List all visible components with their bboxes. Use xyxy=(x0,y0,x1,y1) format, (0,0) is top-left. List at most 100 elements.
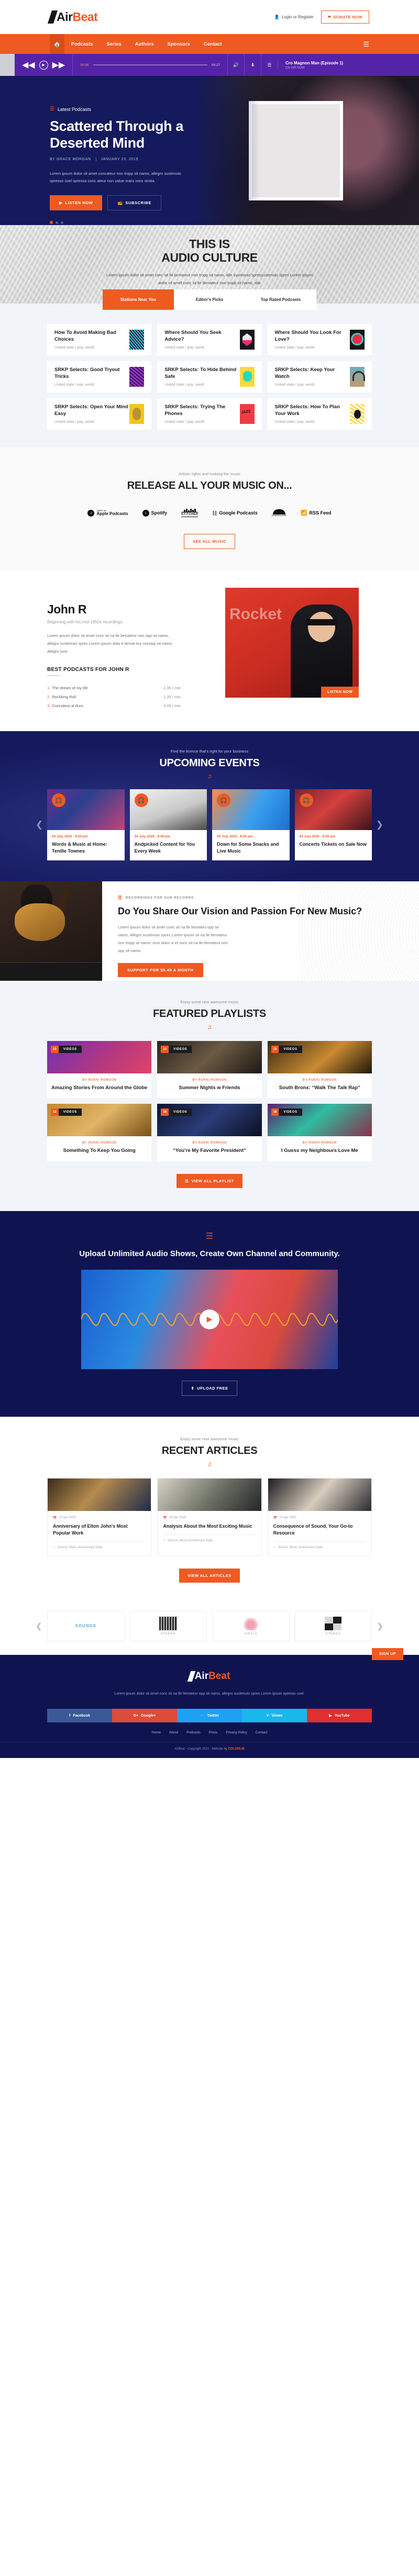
playlist-card[interactable]: 18 VIDEOS BY ROKKI ROMSON Something To Keep… xyxy=(47,1104,152,1161)
listen-now-button[interactable]: ▶ LISTEN NOW xyxy=(50,195,103,211)
station-card[interactable]: How To Avoid Making Bad Choices United st… xyxy=(47,324,152,355)
track-row[interactable]: 1. The dream of my life - 2,35 / min xyxy=(47,684,181,692)
playlist-card[interactable]: 18 VIDEOS BY ROKKI ROMSON I Guess my Neighb… xyxy=(267,1104,372,1161)
play-icon[interactable]: ▶ xyxy=(39,60,48,70)
play-icon[interactable]: ▶ xyxy=(200,1309,219,1329)
social-facebook[interactable]: f Facebook xyxy=(47,1709,112,1723)
event-card[interactable]: 🎧 04 July 2020 - 8:00 pm Concerts Tickets… xyxy=(294,789,372,861)
chevron-right-icon[interactable]: ❯ xyxy=(377,1621,383,1631)
footer-link-privacy[interactable]: Privacy Policy xyxy=(226,1731,247,1734)
platform-google-podcasts[interactable]: ∥∥ Google Podcasts xyxy=(212,510,258,516)
track-row[interactable]: 2. Rockking Roll - 1,35 / min xyxy=(47,692,181,701)
station-card[interactable]: SRKP Selects: Keep Your Watch United stat… xyxy=(267,361,372,393)
nav-item-contact[interactable]: Contact xyxy=(197,41,229,47)
playlist-card[interactable]: 18 VIDEOS BY ROKKI ROMSON “You’re My Favori… xyxy=(157,1104,262,1161)
footer-link-podcasts[interactable]: Podcasts xyxy=(186,1731,201,1734)
brand-card[interactable]: SOUNDS xyxy=(47,1610,125,1641)
footer-link-about[interactable]: About xyxy=(169,1731,178,1734)
playlist-card[interactable]: 18 VIDEOS BY ROKKI ROMSON Amazing Stories F… xyxy=(47,1041,152,1099)
platform-rss-feed[interactable]: 📶 RSS Feed xyxy=(301,510,331,516)
station-card[interactable]: SRKP Selects: Open Your Mind Easy United … xyxy=(47,398,152,430)
skip-back-icon[interactable]: ◀◀ xyxy=(22,60,35,70)
carousel-dot-2[interactable] xyxy=(56,221,58,224)
download-icon[interactable]: ⬇ xyxy=(244,54,261,76)
nav-item-podcasts[interactable]: Podcasts xyxy=(64,41,100,47)
site-logo[interactable]: Air Beat xyxy=(47,10,98,24)
station-title: Where Should You Seek Advice? xyxy=(164,329,222,342)
brand-card[interactable]: STEREO xyxy=(129,1610,207,1641)
audio-culture-title-line1: THIS IS xyxy=(189,237,230,251)
brand-card[interactable]: VINYLS xyxy=(212,1610,290,1641)
platform-apple-podcasts[interactable]: ♫ Listen on Apple Podcasts xyxy=(87,509,128,517)
login-register-link[interactable]: 👤 Login or Register xyxy=(274,15,314,19)
playlist-icon[interactable]: ☰ xyxy=(261,54,278,76)
artist-listen-now-button[interactable]: LISTEN NOW xyxy=(321,687,359,698)
nav-item-series[interactable]: Series xyxy=(100,41,128,47)
upload-free-button[interactable]: ⬆ UPLOAD FREE xyxy=(182,1380,237,1396)
social-label: Vimeo xyxy=(271,1713,283,1718)
station-card[interactable]: SRKP Selects: To Hide Behind Safe United … xyxy=(157,361,262,393)
donate-now-button[interactable]: ❤ DONATE NOW xyxy=(321,10,369,24)
rss-icon: 📶 xyxy=(301,510,307,516)
hamburger-icon[interactable]: ☰ xyxy=(363,41,369,48)
sign-up-button[interactable]: SIGN UP xyxy=(371,1648,403,1660)
station-card[interactable]: SRKP Selects: Good Tryout Tricks United s… xyxy=(47,361,152,393)
footer-link-home[interactable]: Home xyxy=(152,1731,161,1734)
artist-section: John R Beginning with his mid-1950s reco… xyxy=(0,570,419,731)
event-card[interactable]: 🎧 04 July 2020 - 8:00 pm Words & Music at… xyxy=(47,789,125,861)
player-progress[interactable]: 00:00 04:27 xyxy=(73,63,227,67)
platform-stitcher[interactable]: STITCHER xyxy=(181,509,199,517)
carousel-dot-3[interactable] xyxy=(61,221,63,224)
track-row[interactable]: 3. Concateur al duro - 3,05 / min xyxy=(47,701,181,710)
vision-eyebrow: ☰ RECORDINGS FOR SUN RECORDS xyxy=(118,895,419,901)
station-card[interactable]: SRKP Selects: Trying The Phones United st… xyxy=(157,398,262,430)
chevron-left-icon[interactable]: ❮ xyxy=(36,820,43,830)
nav-home-button[interactable]: 🏠 xyxy=(50,34,64,54)
tab-top-rated-podcasts[interactable]: Top Rated Podcasts xyxy=(245,289,316,310)
event-card[interactable]: 🎧 04 July 2020 - 8:00 pm Andpicked Conten… xyxy=(129,789,207,861)
station-card[interactable]: SRKP Selects: How To Plan Your Work Unite… xyxy=(267,398,372,430)
artist-info: John R Beginning with his mid-1950s reco… xyxy=(47,588,225,710)
article-card[interactable]: 📅 23 Apr 2020 Anniversary of Elton John's … xyxy=(47,1477,152,1556)
view-all-articles-button[interactable]: VIEW ALL ARTICLES xyxy=(179,1568,240,1583)
social-youtube[interactable]: ▶ YouTube xyxy=(307,1709,372,1723)
playlist-card[interactable]: 18 VIDEOS BY ROKKI ROMSON Summer Nights w F… xyxy=(157,1041,262,1099)
playlist-card[interactable]: 18 VIDEOS BY ROKKI ROMSON South Bronx: “Wal… xyxy=(267,1041,372,1099)
event-title: Down for Some Snacks and Live Music xyxy=(217,842,279,854)
tab-editors-picks[interactable]: Editor's Picks xyxy=(174,289,245,310)
carousel-dot-1[interactable] xyxy=(50,221,53,225)
station-title: How To Avoid Making Bad Choices xyxy=(54,329,116,342)
social-twitter[interactable]: 🐦 Twitter xyxy=(177,1709,242,1723)
player-seek-track[interactable] xyxy=(93,64,207,66)
volume-icon[interactable]: 🔊 xyxy=(227,54,244,76)
support-button[interactable]: SUPPORT FOR $5.49 A MONTH xyxy=(118,962,203,977)
social-vimeo[interactable]: V Vimeo xyxy=(242,1709,307,1723)
footer-logo[interactable]: Air Beat xyxy=(187,1671,230,1682)
see-all-music-button[interactable]: SEE ALL MUSIC xyxy=(183,534,235,549)
chevron-left-icon[interactable]: ❮ xyxy=(36,1621,42,1631)
platform-soundcloud[interactable]: SOUNDCLOUD xyxy=(272,509,286,517)
subscribe-button[interactable]: 📻 SUBSCRIBE xyxy=(107,195,161,211)
article-card[interactable]: 📅 23 Apr 2020 Analysis About the Most Exci… xyxy=(157,1477,262,1556)
tab-stations-near-you[interactable]: Stations Near You xyxy=(103,289,174,310)
hero-carousel-dots[interactable] xyxy=(50,221,210,225)
platform-spotify[interactable]: ♪ Spotify xyxy=(142,509,167,517)
chevron-right-icon[interactable]: ❯ xyxy=(376,820,383,830)
footer-link-contact[interactable]: Contact xyxy=(256,1731,267,1734)
playlist-title: Amazing Stories From Around the Globe xyxy=(51,1085,148,1091)
event-card[interactable]: 🎧 04 July 2020 - 8:00 pm Down for Some Sn… xyxy=(212,789,290,861)
copyright-brand[interactable]: COLORLIB xyxy=(228,1748,244,1751)
article-card[interactable]: 📅 23 Apr 2020 Consequence of Sound, Your G… xyxy=(267,1477,372,1556)
nav-item-sponsors[interactable]: Sponsors xyxy=(161,41,197,47)
station-card[interactable]: Where Should You Look For Love? United st… xyxy=(267,324,372,355)
station-card[interactable]: Where Should You Seek Advice? United stat… xyxy=(157,324,262,355)
social-google-plus[interactable]: G+ Google+ xyxy=(112,1709,177,1723)
badge-label: VIDEOS xyxy=(169,1046,192,1054)
view-all-playlist-button[interactable]: ☰ VIEW ALL PLAYLIST xyxy=(177,1173,242,1188)
platform-name: RSS Feed xyxy=(309,510,332,516)
footer-link-press[interactable]: Press xyxy=(209,1731,218,1734)
nav-item-authors[interactable]: Authors xyxy=(128,41,161,47)
skip-forward-icon[interactable]: ▶▶ xyxy=(52,60,65,70)
promo-video[interactable]: ▶ xyxy=(81,1269,338,1369)
brand-card[interactable]: STEREO xyxy=(294,1610,372,1641)
